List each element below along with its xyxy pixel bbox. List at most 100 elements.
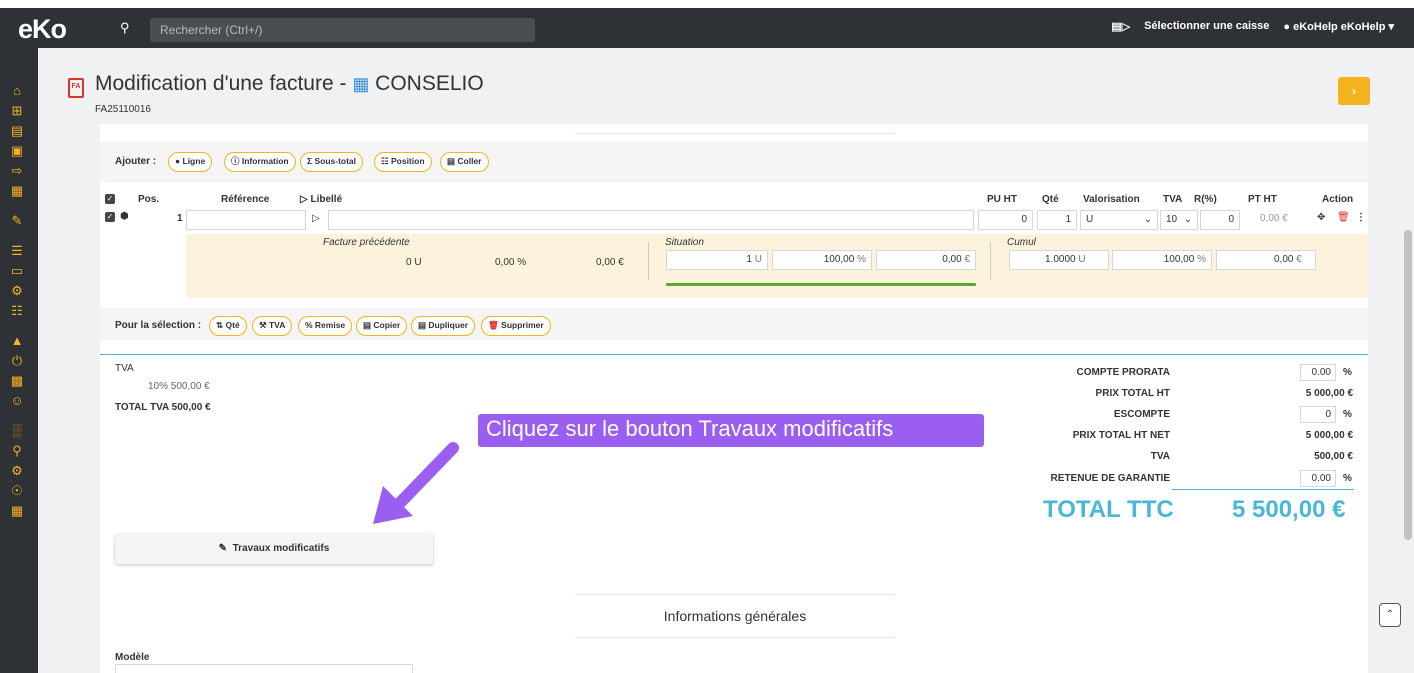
add-position-button[interactable]: ☷ Position — [374, 152, 432, 172]
cumul-qty-input[interactable]: 1.0000 U — [1009, 250, 1109, 270]
previous-pct: 0,00 % — [495, 257, 527, 268]
search-sidebar-icon[interactable]: ⚲ — [8, 442, 26, 460]
escompte-input[interactable]: 0 — [1300, 406, 1336, 423]
support-icon[interactable]: ☉ — [8, 482, 26, 500]
col-pos: Pos. — [138, 194, 160, 205]
situation-currency: € — [964, 254, 970, 265]
tva-summary-line: 10% 500,00 € — [148, 381, 210, 392]
search-icon[interactable]: ⚲ — [120, 20, 130, 36]
top-right-menu: ▤▷ Sélectionner une caisse ● eKoHelp eKo… — [1111, 20, 1394, 33]
export-icon[interactable]: ⇨ — [8, 162, 26, 180]
document-icon[interactable]: ▣ — [8, 142, 26, 160]
add-subtotal-button[interactable]: Σ Sous-total — [300, 152, 364, 172]
user-menu[interactable]: ● eKoHelp eKoHelp ▾ — [1283, 20, 1394, 33]
users-icon[interactable]: ☺ — [8, 392, 26, 410]
search-input[interactable]: Rechercher (Ctrl+/) — [150, 18, 535, 42]
calculator-icon[interactable]: ▦ — [8, 502, 26, 520]
tva-summary-title: TVA — [115, 363, 134, 374]
page-title-text: Modification d'une facture - — [95, 72, 353, 95]
register-icon[interactable]: ▤▷ — [1111, 20, 1130, 33]
delete-icon[interactable]: 🗑 — [1337, 212, 1350, 223]
scroll-top-button[interactable]: ⌃ — [1379, 603, 1401, 627]
app-logo[interactable]: eKo — [18, 14, 67, 45]
page-header: FA Modification d'une facture - ▦ CONSEL… — [38, 48, 1414, 124]
paste-label: Coller — [457, 156, 482, 166]
compte-prorata-input[interactable]: 0.00 — [1300, 364, 1336, 381]
retenue-garantie-input[interactable]: 0.00 — [1300, 470, 1336, 487]
previous-qty: 0 U — [406, 257, 422, 268]
list-icon[interactable]: ▤ — [8, 122, 26, 140]
escompte-pct: % — [1343, 409, 1352, 420]
unit-select[interactable]: U ⌄ — [1080, 210, 1158, 230]
expand-icon[interactable]: ▷ — [312, 213, 320, 224]
arrow-pointer-icon — [373, 442, 459, 524]
situation-pct-symbol: % — [857, 254, 866, 265]
cumul-pct-symbol: % — [1197, 254, 1206, 265]
next-button[interactable]: › — [1338, 77, 1370, 105]
warehouse-icon[interactable]: ▲ — [8, 332, 26, 350]
page-scrollbar[interactable] — [1404, 230, 1412, 540]
selection-duplicate-button[interactable]: ▤ Dupliquer — [411, 316, 476, 336]
situation-amount-input[interactable]: 0,00 € — [876, 250, 976, 270]
power-icon[interactable]: ⏻ — [8, 352, 26, 370]
hierarchy-icon[interactable]: ☷ — [8, 302, 26, 320]
cumul-qty: 1.0000 — [1045, 254, 1076, 265]
reference-input[interactable] — [186, 210, 306, 230]
drag-icon[interactable]: ⬢ — [120, 211, 129, 222]
tva-value: 10 — [1166, 214, 1178, 225]
remise-input[interactable]: 0 — [1200, 210, 1240, 230]
add-line-button[interactable]: ● Ligne — [168, 152, 213, 172]
situation-pct-input[interactable]: 100,00 % — [772, 250, 872, 270]
edit-icon[interactable]: ✎ — [8, 212, 26, 230]
calendar-icon[interactable]: ▦ — [8, 182, 26, 200]
selection-label: Pour la sélection : — [115, 320, 202, 331]
selection-delete-button[interactable]: 🗑 Supprimer — [481, 316, 551, 336]
travaux-modificatifs-label: Travaux modificatifs — [232, 543, 330, 554]
selection-qty-button[interactable]: ⇅ Qté — [209, 316, 247, 336]
move-icon[interactable]: ✥ — [1317, 212, 1325, 223]
filter-icon[interactable]: ⚙ — [8, 282, 26, 300]
travaux-modificatifs-button[interactable]: ✎ Travaux modificatifs — [115, 534, 433, 564]
retenue-garantie-pct: % — [1343, 473, 1352, 484]
selection-qty-label: Qté — [225, 320, 240, 330]
cumul-currency: € — [1296, 254, 1302, 265]
prix-total-ht-label: PRIX TOTAL HT — [1095, 388, 1170, 399]
row-checkbox[interactable]: ✓ — [105, 212, 115, 222]
tutorial-callout: Cliquez sur le bouton Travaux modificati… — [478, 414, 984, 447]
paste-button[interactable]: ▤ Coller — [440, 152, 489, 172]
cumul-unit: U — [1078, 254, 1086, 265]
prix-total-ht-net-label: PRIX TOTAL HT NET — [1072, 430, 1170, 441]
add-line-label: Ligne — [182, 156, 206, 166]
col-remise: R(%) — [1194, 194, 1217, 205]
settings-icon[interactable]: ⚙ — [8, 462, 26, 480]
modele-label: Modèle — [115, 652, 150, 663]
client-name[interactable]: CONSELIO — [375, 72, 484, 95]
cumul-amount-input[interactable]: 0,00 € — [1216, 250, 1316, 270]
tva-select[interactable]: 10 ⌄ — [1160, 210, 1198, 230]
add-subtotal-label: Sous-total — [314, 156, 357, 166]
selection-remise-button[interactable]: % Remise — [298, 316, 353, 336]
qte-input[interactable]: 1 — [1037, 210, 1077, 230]
home-icon[interactable]: ⌂ — [8, 82, 26, 100]
add-icon[interactable]: ⊞ — [8, 102, 26, 120]
col-qte: Qté — [1042, 194, 1059, 205]
situation-qty-input[interactable]: 1 U — [666, 250, 768, 270]
selection-tva-button[interactable]: ⚒ TVA — [252, 316, 293, 336]
contacts-icon[interactable]: ▩ — [8, 372, 26, 390]
selection-remise-label: Remise — [314, 320, 346, 330]
select-register-link[interactable]: Sélectionner une caisse — [1144, 20, 1269, 33]
cumul-pct-input[interactable]: 100,00 % — [1112, 250, 1212, 270]
pu-ht-input[interactable]: 0 — [978, 210, 1033, 230]
more-icon[interactable]: ⋮ — [1356, 212, 1366, 223]
add-information-button[interactable]: ⓘ Information — [224, 152, 296, 172]
folder-icon[interactable]: ▭ — [8, 262, 26, 280]
modele-select[interactable] — [115, 664, 413, 673]
pt-ht-value: 0,00 € — [1260, 213, 1288, 224]
selection-copy-button[interactable]: ▤ Copier — [356, 316, 408, 336]
cumul-pct: 100,00 — [1163, 254, 1195, 265]
stats-icon[interactable]: ░ — [8, 422, 26, 440]
select-all-checkbox[interactable]: ✓ — [105, 194, 115, 204]
invoice-icon: FA — [68, 78, 84, 98]
libelle-input[interactable] — [328, 210, 974, 230]
tasks-icon[interactable]: ☰ — [8, 242, 26, 260]
